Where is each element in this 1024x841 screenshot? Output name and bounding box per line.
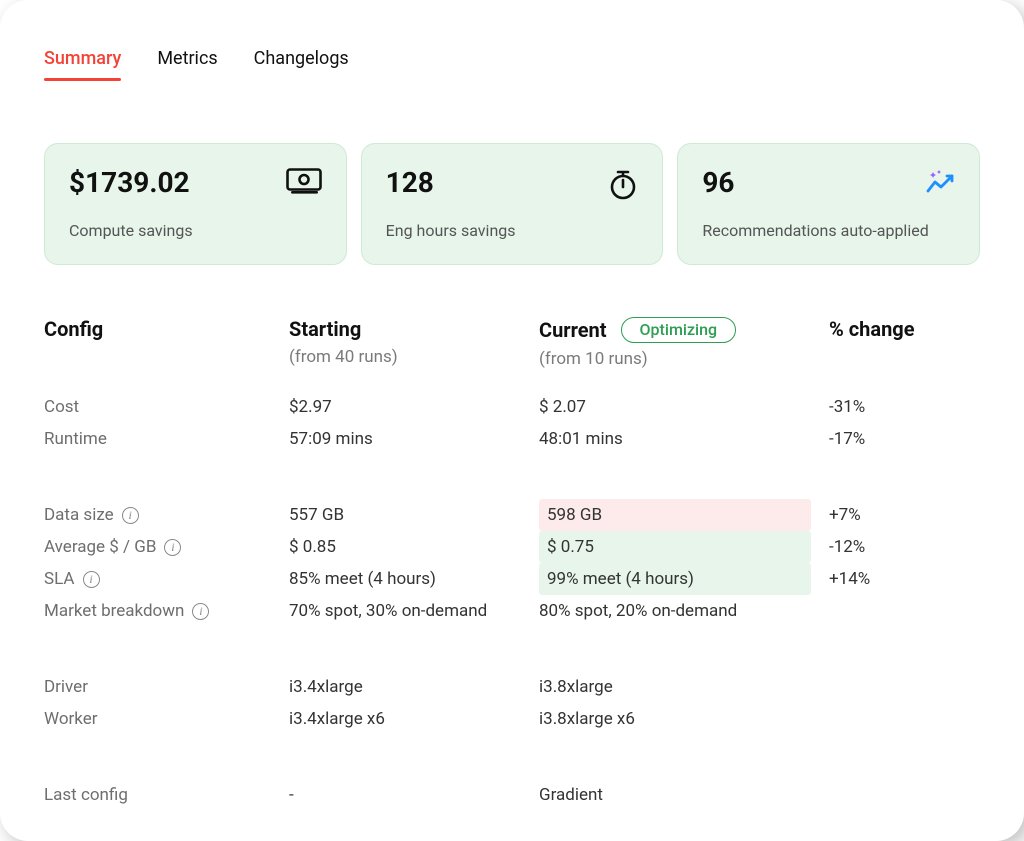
summary-panel: Summary Metrics Changelogs $1739.02 Comp… <box>0 0 1024 841</box>
cell-current: 598 GB <box>539 499 811 531</box>
row-label-runtime: Runtime <box>44 423 289 455</box>
info-icon[interactable]: i <box>122 507 139 524</box>
cell-pct <box>829 671 980 703</box>
kpi-compute-savings: $1739.02 Compute savings <box>44 143 347 265</box>
cell-starting: $2.97 <box>289 391 539 423</box>
info-icon[interactable]: i <box>83 571 100 588</box>
tab-summary[interactable]: Summary <box>44 48 121 83</box>
cell-starting: 557 GB <box>289 499 539 531</box>
cell-starting: 85% meet (4 hours) <box>289 563 539 595</box>
kpi-row: $1739.02 Compute savings 128 Eng hours s… <box>44 143 980 265</box>
info-icon[interactable]: i <box>164 539 181 556</box>
kpi-label: Eng hours savings <box>386 221 639 240</box>
kpi-value: 96 <box>702 166 955 199</box>
header-title: Config <box>44 317 289 341</box>
cell-starting: i3.4xlarge x6 <box>289 703 539 735</box>
kpi-eng-hours: 128 Eng hours savings <box>361 143 664 265</box>
kpi-recommendations: 96 Recommendations auto-applied <box>677 143 980 265</box>
label-text: Data size <box>44 505 114 525</box>
row-label-driver: Driver <box>44 671 289 703</box>
cell-current: 99% meet (4 hours) <box>539 563 811 595</box>
col-header-config: Config <box>44 317 289 391</box>
cell-current: $ 0.75 <box>539 531 811 563</box>
label-text: Average $ / GB <box>44 537 156 557</box>
cell-pct: -31% <box>829 391 980 423</box>
cell-current: $ 2.07 <box>539 391 829 423</box>
header-sub <box>829 347 980 369</box>
row-label-sla: SLA i <box>44 563 289 595</box>
cash-icon <box>286 168 322 198</box>
spacer <box>44 735 980 779</box>
optimizing-badge: Optimizing <box>621 317 737 343</box>
header-text: Current <box>539 318 607 342</box>
row-label-cost: Cost <box>44 391 289 423</box>
header-sub <box>44 347 289 369</box>
tab-metrics[interactable]: Metrics <box>157 48 217 83</box>
cell-current: i3.8xlarge <box>539 671 829 703</box>
header-title: Current Optimizing <box>539 317 829 343</box>
cell-current: 80% spot, 20% on-demand <box>539 595 829 627</box>
kpi-label: Recommendations auto-applied <box>702 221 955 240</box>
col-header-pct: % change <box>829 317 980 391</box>
spacer <box>44 455 980 499</box>
cell-starting: i3.4xlarge <box>289 671 539 703</box>
header-sub: (from 10 runs) <box>539 349 829 371</box>
row-label-market: Market breakdown i <box>44 595 289 627</box>
row-label-data-size: Data size i <box>44 499 289 531</box>
cell-current: 48:01 mins <box>539 423 829 455</box>
kpi-label: Compute savings <box>69 221 322 240</box>
cell-pct: +7% <box>829 499 980 531</box>
header-sub: (from 40 runs) <box>289 347 539 369</box>
kpi-value: 128 <box>386 166 639 199</box>
cell-pct: -17% <box>829 423 980 455</box>
cell-pct <box>829 703 980 735</box>
cell-starting: $ 0.85 <box>289 531 539 563</box>
sparkle-chart-icon <box>925 168 955 198</box>
label-text: Market breakdown <box>44 601 184 621</box>
cell-pct: -12% <box>829 531 980 563</box>
cell-starting: 70% spot, 30% on-demand <box>289 595 539 627</box>
info-icon[interactable]: i <box>192 603 209 620</box>
row-label-last-config: Last config <box>44 779 289 811</box>
header-title: Starting <box>289 317 539 341</box>
cell-pct <box>829 779 980 811</box>
row-label-worker: Worker <box>44 703 289 735</box>
tab-bar: Summary Metrics Changelogs <box>44 48 980 83</box>
header-title: % change <box>829 317 980 341</box>
row-label-avg: Average $ / GB i <box>44 531 289 563</box>
tab-changelogs[interactable]: Changelogs <box>254 48 349 83</box>
cell-current: i3.8xlarge x6 <box>539 703 829 735</box>
spacer <box>44 627 980 671</box>
cell-pct <box>829 595 980 627</box>
cell-starting: - <box>289 779 539 811</box>
col-header-current: Current Optimizing (from 10 runs) <box>539 317 829 391</box>
config-table: Config Starting (from 40 runs) Current O… <box>44 317 980 811</box>
cell-current: Gradient <box>539 779 829 811</box>
kpi-value: $1739.02 <box>69 166 322 199</box>
stopwatch-icon <box>608 168 638 204</box>
col-header-starting: Starting (from 40 runs) <box>289 317 539 391</box>
label-text: SLA <box>44 569 75 589</box>
cell-starting: 57:09 mins <box>289 423 539 455</box>
cell-pct: +14% <box>829 563 980 595</box>
